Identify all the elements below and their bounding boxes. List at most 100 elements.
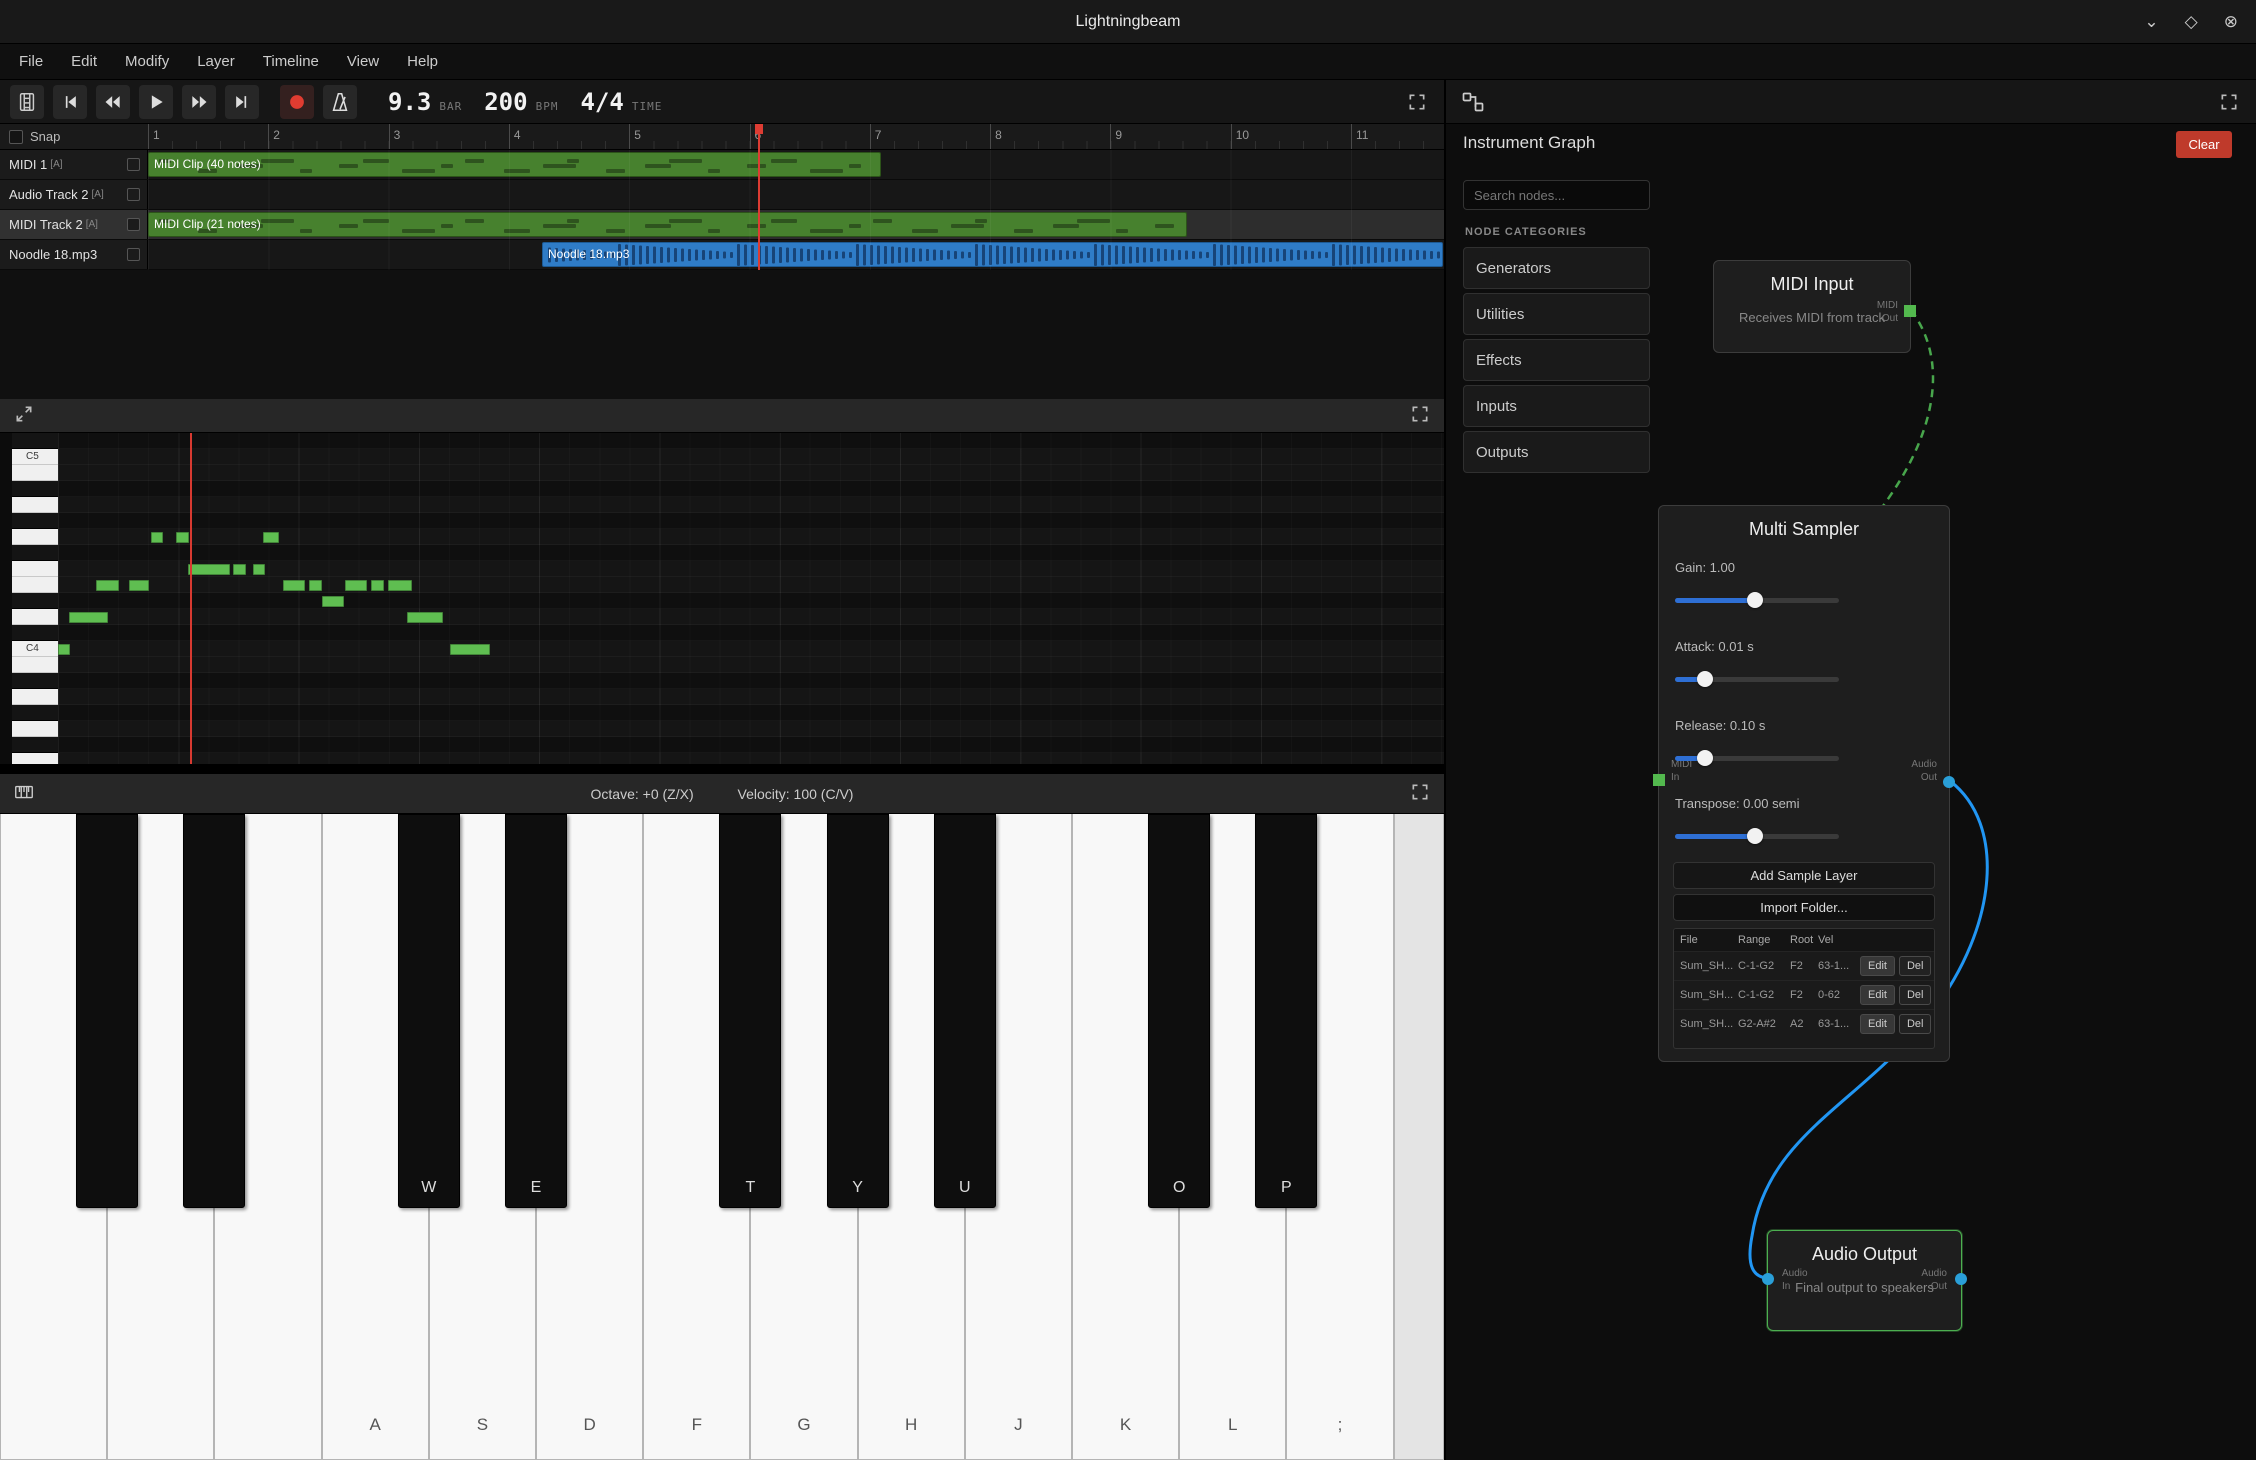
piano-roll-key-C4[interactable]: C4 <box>12 641 58 657</box>
midi-note[interactable] <box>345 580 367 591</box>
midi-note[interactable] <box>407 612 443 623</box>
keyboard-settings-button[interactable] <box>10 780 38 808</box>
piano-roll-key-A4[interactable] <box>12 497 58 513</box>
piano-roll-key-G#4[interactable] <box>12 513 58 529</box>
bpm-readout[interactable]: 200 <box>484 88 527 116</box>
instrument-graph-canvas[interactable]: Instrument Graph Clear NODE CATEGORIES G… <box>1446 124 2256 1460</box>
piano-roll-grid[interactable] <box>58 433 1444 764</box>
midi-note[interactable] <box>253 564 265 575</box>
black-key-7[interactable]: O <box>1148 814 1210 1208</box>
midi-note[interactable] <box>58 644 70 655</box>
menu-item-help[interactable]: Help <box>394 48 451 75</box>
piano-roll-key-B4[interactable] <box>12 465 58 481</box>
track-checkbox[interactable] <box>127 218 140 231</box>
piano-roll-fit-button[interactable] <box>10 402 38 430</box>
gain-slider[interactable] <box>1675 592 1839 608</box>
piano-roll-key-C5[interactable]: C5 <box>12 449 58 465</box>
release-slider[interactable] <box>1675 750 1839 766</box>
midi-clip[interactable]: MIDI Clip (40 notes) <box>148 152 881 177</box>
sample-del-button[interactable]: Del <box>1899 956 1932 976</box>
menu-item-layer[interactable]: Layer <box>184 48 248 75</box>
minimize-icon[interactable]: ⌄ <box>2144 12 2158 32</box>
time-signature-readout[interactable]: 4/4 <box>580 88 623 116</box>
sample-edit-button[interactable]: Edit <box>1860 956 1895 976</box>
midi-note[interactable] <box>176 532 189 543</box>
track-header[interactable]: Audio Track 2[A] <box>0 180 148 209</box>
menu-item-edit[interactable]: Edit <box>58 48 110 75</box>
black-key-5[interactable]: Y <box>827 814 889 1208</box>
sample-edit-button[interactable]: Edit <box>1860 985 1895 1005</box>
midi-note[interactable] <box>322 596 344 607</box>
piano-roll-playhead[interactable] <box>190 433 192 764</box>
timeline-empty-area[interactable] <box>0 270 1444 399</box>
midi-note[interactable] <box>388 580 412 591</box>
slider-handle[interactable] <box>1747 592 1763 608</box>
midi-note[interactable] <box>96 580 119 591</box>
midi-note[interactable] <box>69 612 108 623</box>
record-button[interactable] <box>280 85 314 119</box>
category-inputs[interactable]: Inputs <box>1463 385 1650 427</box>
close-icon[interactable]: ⊗ <box>2224 12 2238 32</box>
midi-note[interactable] <box>151 532 163 543</box>
piano-roll-key-F3[interactable] <box>12 753 58 764</box>
skip-back-button[interactable] <box>53 85 87 119</box>
sample-del-button[interactable]: Del <box>1899 1014 1932 1034</box>
audio-out-port[interactable] <box>1943 776 1955 788</box>
piano-roll-key-D#4[interactable] <box>12 593 58 609</box>
black-key-4[interactable]: T <box>719 814 781 1208</box>
piano-roll-key-F#3[interactable] <box>12 737 58 753</box>
piano-roll-key-E4[interactable] <box>12 577 58 593</box>
media-library-button[interactable] <box>10 85 44 119</box>
piano-roll-key-A#3[interactable] <box>12 673 58 689</box>
sample-del-button[interactable]: Del <box>1899 985 1932 1005</box>
audio-clip[interactable]: Noodle 18.mp3 <box>542 242 1443 267</box>
skip-forward-button[interactable] <box>225 85 259 119</box>
graph-view-button[interactable] <box>1456 85 1490 119</box>
piano-roll-key-G#3[interactable] <box>12 705 58 721</box>
metronome-button[interactable] <box>323 85 357 119</box>
track-header[interactable]: MIDI Track 2[A] <box>0 210 148 239</box>
midi-note[interactable] <box>371 580 384 591</box>
midi-clip[interactable]: MIDI Clip (21 notes) <box>148 212 1187 237</box>
menu-item-modify[interactable]: Modify <box>112 48 182 75</box>
menu-item-file[interactable]: File <box>6 48 56 75</box>
track-lane[interactable] <box>148 180 1444 209</box>
rewind-button[interactable] <box>96 85 130 119</box>
sample-edit-button[interactable]: Edit <box>1860 1014 1895 1034</box>
maximize-icon[interactable]: ◇ <box>2185 12 2198 32</box>
node-multi-sampler[interactable]: Multi Sampler MIDI In Audio Out Add Samp… <box>1658 505 1950 1062</box>
black-key-0[interactable] <box>76 814 138 1208</box>
piano-roll-key-G3[interactable] <box>12 721 58 737</box>
track-lane[interactable]: MIDI Clip (40 notes) <box>148 150 1444 179</box>
track-checkbox[interactable] <box>127 158 140 171</box>
piano-roll-fullscreen-button[interactable] <box>1406 402 1434 430</box>
timeline-fullscreen-button[interactable] <box>1400 85 1434 119</box>
piano-roll-key-B3[interactable] <box>12 657 58 673</box>
black-key-6[interactable]: U <box>934 814 996 1208</box>
node-audio-output[interactable]: Audio Output Final output to speakers Au… <box>1767 1230 1962 1331</box>
fast-forward-button[interactable] <box>182 85 216 119</box>
audio-out-port[interactable] <box>1955 1273 1967 1285</box>
piano-roll-key-G4[interactable] <box>12 529 58 545</box>
midi-note[interactable] <box>450 644 490 655</box>
midi-note[interactable] <box>283 580 305 591</box>
midi-note[interactable] <box>309 580 322 591</box>
attack-slider[interactable] <box>1675 671 1839 687</box>
midi-out-port[interactable] <box>1904 305 1916 317</box>
slider-handle[interactable] <box>1697 671 1713 687</box>
import-folder-button[interactable]: Import Folder... <box>1673 894 1935 921</box>
piano-roll-key-C#4[interactable] <box>12 625 58 641</box>
piano-roll-key-F#4[interactable] <box>12 545 58 561</box>
white-key-partial[interactable] <box>1394 814 1444 1460</box>
transpose-slider[interactable] <box>1675 828 1839 844</box>
midi-note[interactable] <box>129 580 149 591</box>
category-outputs[interactable]: Outputs <box>1463 431 1650 473</box>
keyboard-fullscreen-button[interactable] <box>1406 780 1434 808</box>
clear-graph-button[interactable]: Clear <box>2176 131 2232 158</box>
audio-in-port[interactable] <box>1762 1273 1774 1285</box>
midi-note[interactable] <box>233 564 246 575</box>
menu-item-timeline[interactable]: Timeline <box>250 48 332 75</box>
track-lane[interactable]: MIDI Clip (21 notes) <box>148 210 1444 239</box>
category-utilities[interactable]: Utilities <box>1463 293 1650 335</box>
piano-roll-key-F4[interactable] <box>12 561 58 577</box>
